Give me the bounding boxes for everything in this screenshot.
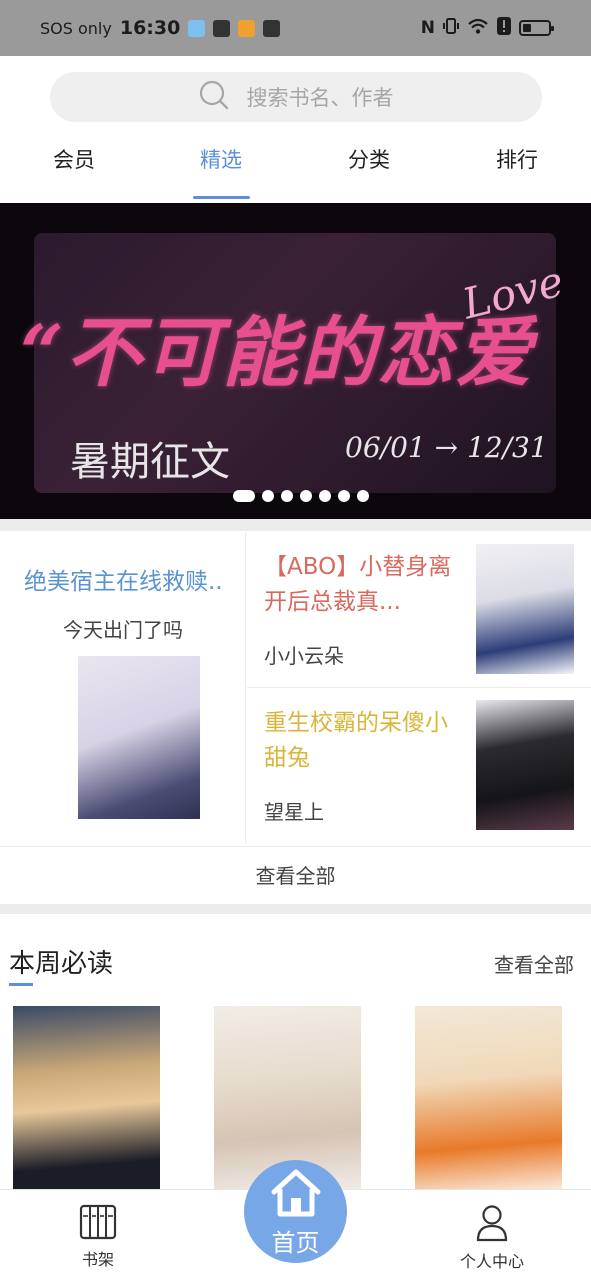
book-title: 绝美宿主在线救赎.. (24, 569, 223, 595)
featured-book-card[interactable]: 绝美宿主在线救赎.. 今天出门了吗 (0, 532, 246, 844)
recommend-section: 绝美宿主在线救赎.. 今天出门了吗 【ABO】小替身离开后总裁真... 小小云朵… (0, 532, 591, 844)
active-tab-indicator (193, 196, 250, 199)
banner-subtitle: 暑期征文 (70, 439, 230, 485)
nav-home-button[interactable]: 首页 (244, 1160, 347, 1263)
search-placeholder: 搜索书名、作者 (246, 86, 394, 110)
home-icon (270, 1168, 322, 1222)
section-divider (0, 904, 591, 914)
nav-bookshelf[interactable]: 书架 (48, 1204, 148, 1270)
weekly-view-all-link[interactable]: 查看全部 (494, 949, 574, 978)
promo-banner[interactable]: “不可能的恋爱 暑期征文 06/01 → 12/31 Love (0, 203, 591, 519)
book-title: 【ABO】小替身离开后总裁真... (264, 554, 452, 615)
carrier-text: SOS only (40, 18, 112, 38)
section-title-underline (9, 983, 33, 986)
book-author: 望星上 (264, 800, 324, 824)
banner-pagination (233, 490, 369, 502)
search-icon (199, 80, 229, 115)
battery-icon (519, 20, 554, 36)
book-card[interactable]: 重生校霸的呆傻小甜兔 望星上 (247, 688, 591, 844)
category-tabs: 会员 精选 分类 排行 (0, 136, 591, 200)
banner-dot[interactable] (300, 490, 312, 502)
novel-app-notification-icon (238, 19, 256, 37)
alert-icon (497, 16, 511, 40)
banner-dot[interactable] (319, 490, 331, 502)
book-author: 小小云朵 (264, 644, 344, 668)
book-cover-image (476, 544, 574, 674)
banner-title: “不可能的恋爱 (20, 308, 534, 397)
tab-category[interactable]: 分类 (319, 144, 419, 174)
banner-dot[interactable] (281, 490, 293, 502)
banner-dot[interactable] (338, 490, 350, 502)
book-cover-image[interactable] (13, 1006, 160, 1189)
search-input[interactable]: 搜索书名、作者 (50, 72, 542, 122)
nfc-icon: N (420, 18, 435, 38)
tab-member[interactable]: 会员 (24, 144, 124, 174)
wifi-icon (467, 17, 489, 40)
banner-date-range: 06/01 → 12/31 (345, 431, 548, 464)
book-cover-image (476, 700, 574, 830)
section-title: 本周必读 (9, 949, 114, 979)
user-icon (475, 1205, 509, 1246)
nav-label: 首页 (271, 1229, 320, 1257)
weekly-section: 本周必读 查看全部 (0, 915, 591, 1189)
vibrate-icon (443, 17, 459, 40)
book-cover-image (78, 656, 200, 819)
book-author: 今天出门了吗 (63, 618, 183, 642)
book-card[interactable]: 【ABO】小替身离开后总裁真... 小小云朵 (247, 532, 591, 688)
view-all-button[interactable]: 查看全部 (0, 846, 591, 904)
status-bar: SOS only 16:30 N (0, 0, 591, 56)
book-title: 重生校霸的呆傻小甜兔 (264, 710, 448, 771)
bookshelf-icon (79, 1204, 117, 1244)
app-notification-icon (188, 19, 206, 37)
banner-dot[interactable] (262, 490, 274, 502)
banner-dot-active[interactable] (233, 490, 255, 502)
book-cover-image[interactable] (415, 1006, 562, 1189)
upload-notification-icon (213, 19, 231, 37)
section-divider (0, 519, 591, 531)
banner-dot[interactable] (357, 490, 369, 502)
tab-ranking[interactable]: 排行 (467, 144, 567, 174)
nav-label: 书架 (81, 1250, 114, 1269)
clock: 16:30 (119, 17, 181, 39)
tab-featured[interactable]: 精选 (171, 144, 271, 174)
person-notification-icon (263, 19, 281, 37)
nav-profile[interactable]: 个人中心 (442, 1204, 542, 1272)
nav-label: 个人中心 (459, 1252, 524, 1271)
